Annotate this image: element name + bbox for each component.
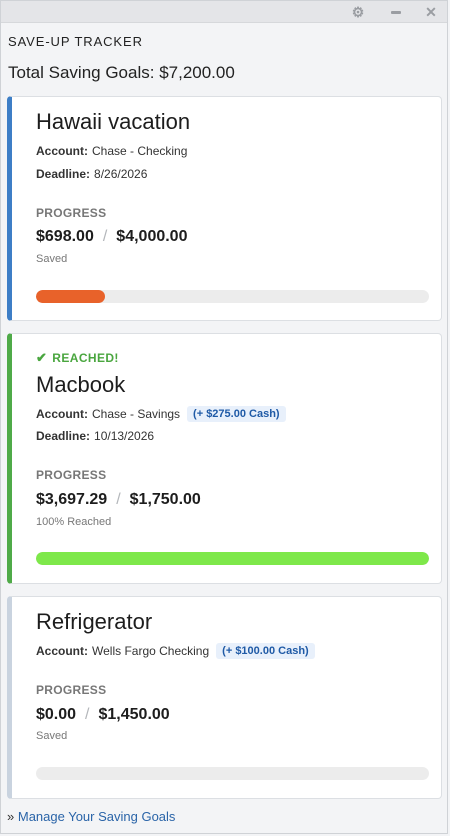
account-line: Account: Chase - Savings (+ $275.00 Cash… [36,406,286,422]
progress-bar [36,552,429,565]
check-icon: ✔ [36,350,48,365]
goal-card-hawaii[interactable]: Hawaii vacation Account: Chase - Checkin… [7,96,442,321]
cash-badge: (+ $275.00 Cash) [187,406,286,422]
amount-separator: / [102,228,108,245]
account-label: Account: [36,144,88,158]
deadline-line: Deadline: 8/26/2026 [36,167,147,181]
progress-bar [36,290,429,303]
amount-separator: / [85,706,90,723]
account-label: Account: [36,407,88,421]
minimize-icon[interactable] [388,4,404,20]
progress-fill [36,552,429,565]
reached-label: REACHED! [52,351,119,365]
footer-prefix: » [7,809,15,824]
progress-fill [36,290,105,303]
goal-amount: $1,750.00 [129,491,201,508]
progress-bar [36,767,429,780]
total-saving-goals: Total Saving Goals: $7,200.00 [8,63,235,82]
goal-title: Refrigerator [36,609,153,634]
manage-goals-link[interactable]: Manage Your Saving Goals [18,809,176,824]
goal-card-refrigerator[interactable]: Refrigerator Account: Wells Fargo Checki… [7,596,442,799]
deadline-label: Deadline: [36,429,91,443]
account-value: Chase - Checking [92,144,188,158]
close-icon[interactable]: ✕ [423,4,439,20]
account-line: Account: Chase - Checking [36,144,187,158]
progress-amounts: $698.00 / $4,000.00 [36,228,187,246]
title-bar: ⚙ ✕ [1,1,447,23]
app-window: ⚙ ✕ SAVE-UP TRACKER Total Saving Goals: … [0,0,448,834]
reached-badge: ✔ REACHED! [36,350,119,366]
account-value: Wells Fargo Checking [92,644,210,658]
account-line: Account: Wells Fargo Checking (+ $100.00… [36,643,315,659]
progress-status: Saved [36,253,68,265]
goal-title: Hawaii vacation [36,109,191,134]
gear-icon[interactable]: ⚙ [350,4,366,20]
goal-amount: $4,000.00 [116,228,188,245]
saved-amount: $3,697.29 [36,491,108,508]
progress-amounts: $0.00 / $1,450.00 [36,706,170,724]
deadline-value: 10/13/2026 [94,429,155,443]
cash-badge: (+ $100.00 Cash) [216,643,315,659]
deadline-label: Deadline: [36,167,91,181]
deadline-value: 8/26/2026 [94,167,148,181]
goal-card-macbook[interactable]: ✔ REACHED! Macbook Account: Chase - Savi… [7,333,442,584]
app-title: SAVE-UP TRACKER [8,34,143,49]
account-value: Chase - Savings [92,407,181,421]
amount-separator: / [116,491,121,508]
saved-amount: $698.00 [36,228,94,245]
saved-amount: $0.00 [36,706,77,723]
progress-label: PROGRESS [36,468,107,482]
progress-status: 100% Reached [36,516,112,528]
account-label: Account: [36,644,88,658]
progress-label: PROGRESS [36,206,107,220]
goal-title: Macbook [36,372,126,397]
goal-amount: $1,450.00 [98,706,170,723]
footer: » Manage Your Saving Goals [7,809,175,824]
progress-status: Saved [36,730,68,742]
progress-label: PROGRESS [36,683,107,697]
progress-amounts: $3,697.29 / $1,750.00 [36,491,201,509]
deadline-line: Deadline: 10/13/2026 [36,429,154,443]
